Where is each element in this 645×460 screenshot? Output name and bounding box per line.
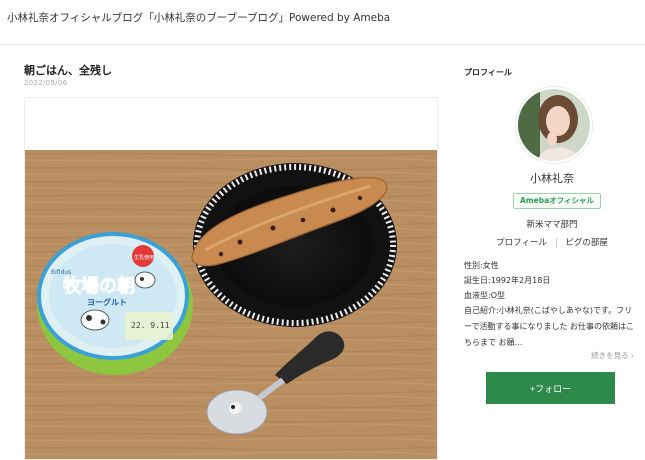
official-badge: Amebaオフィシャル [513,193,601,209]
yogurt-date: 22. 9.11 [131,321,170,330]
chevron-right-icon: › [631,351,634,360]
blog-title-link[interactable]: 小林礼奈オフィシャルブログ「小林礼奈のブーブーブログ」Powered by Am… [7,10,390,25]
post-date: 2022/09/06 [24,79,68,87]
yogurt-cup: Bifidus 牧場の朝 ヨーグルト 生乳使用 22. 9.11 [37,232,193,375]
yogurt-badge: 生乳使用 [134,254,154,261]
yogurt-name: 牧場の朝 [63,275,135,297]
follow-button[interactable]: +フォロー [486,372,615,404]
link-divider [555,237,557,248]
pigg-room-link[interactable]: ピグの部屋 [565,238,608,248]
profile-name[interactable]: 小林礼奈 [464,170,640,186]
read-more-label: 続きを見る [591,351,629,360]
post-image-frame: Bifidus 牧場の朝 ヨーグルト 生乳使用 22. 9.11 [24,97,438,460]
yogurt-brand-small: Bifidus [51,269,71,276]
bio-text: 自己紹介:小林礼奈(こばやしあやな)です。フリーで活動する事になりました お仕事… [464,306,635,347]
profile-links: プロフィール ピグの部屋 [464,236,640,248]
post-title[interactable]: 朝ごはん、全残し [24,62,112,78]
gender-info: 性別:女性 [464,261,499,270]
blood-type-info: 血液型:O型 [464,291,505,300]
birthday-info: 誕生日:1992年2月18日 [464,276,551,285]
yogurt-sub: ヨーグルト [87,297,127,307]
read-more-link[interactable]: 続きを見る › [591,350,634,361]
avatar[interactable] [516,87,592,163]
profile-link[interactable]: プロフィール [496,238,547,248]
blog-header: 小林礼奈オフィシャルブログ「小林礼奈のブーブーブログ」Powered by Am… [0,0,645,45]
profile-heading: プロフィール [464,68,512,77]
genre-ranking[interactable]: 新米ママ部門 [464,218,640,230]
post-photo[interactable]: Bifidus 牧場の朝 ヨーグルト 生乳使用 22. 9.11 [25,150,437,459]
